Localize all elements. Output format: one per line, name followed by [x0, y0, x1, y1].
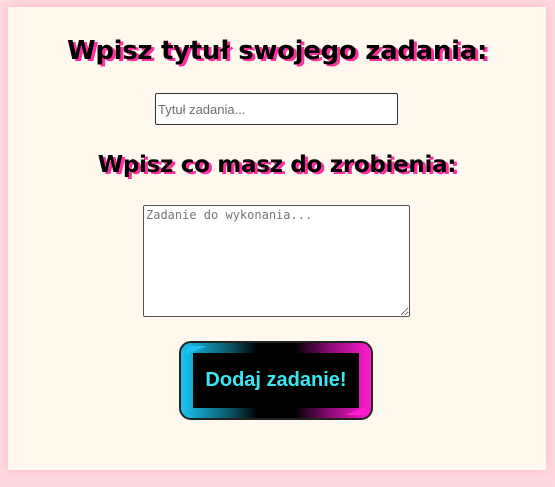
- task-content-heading: Wpisz co masz do zrobienia:: [97, 152, 457, 178]
- add-task-button-label: Dodaj zadanie!: [205, 369, 347, 391]
- button-corner-accent-bottom-right: [345, 407, 365, 415]
- add-task-panel: Wpisz tytuł swojego zadania: Wpisz co ma…: [8, 7, 546, 470]
- button-inner-panel: Dodaj zadanie!: [193, 353, 359, 408]
- task-title-input[interactable]: [155, 93, 398, 125]
- task-title-heading: Wpisz tytuł swojego zadania:: [66, 36, 488, 66]
- add-task-button[interactable]: Dodaj zadanie!: [179, 341, 373, 420]
- task-content-textarea[interactable]: [143, 205, 410, 317]
